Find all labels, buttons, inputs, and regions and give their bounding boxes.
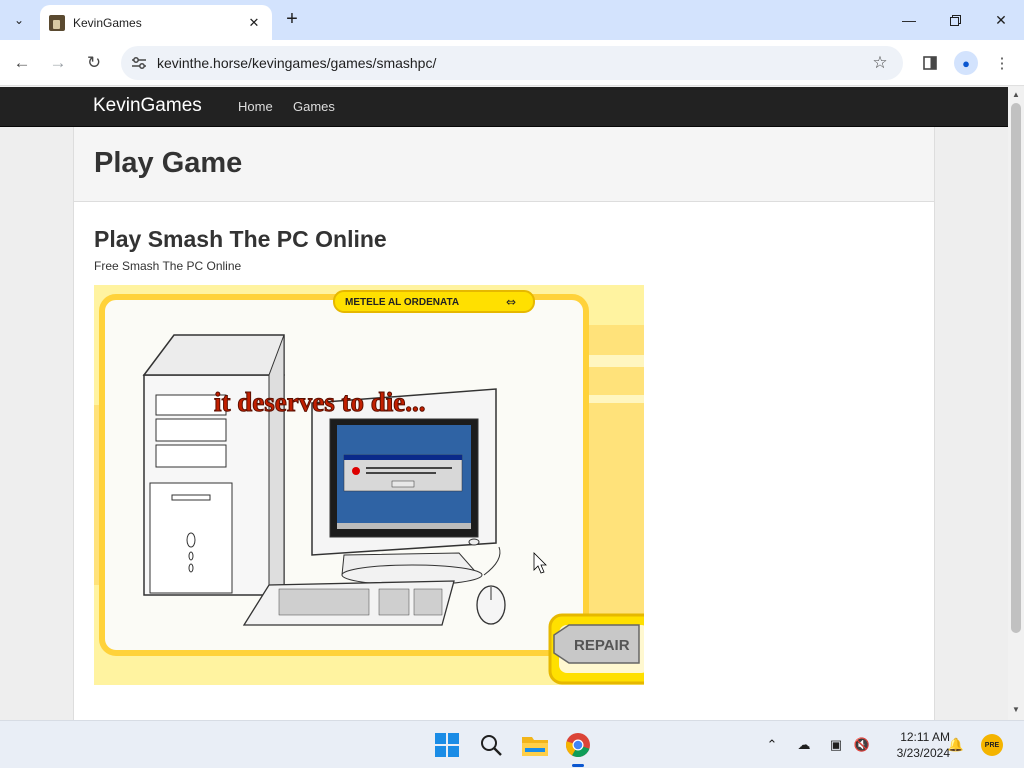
scroll-up-arrow-icon[interactable]: ▲ [1012, 90, 1020, 99]
display-tray-button[interactable]: ▣ [826, 735, 846, 755]
browser-tab-strip: ⌄ KevinGames ✕ + — ✕ [0, 0, 1024, 40]
display-icon: ▣ [829, 737, 843, 752]
side-panel-icon [923, 56, 937, 70]
game-canvas[interactable]: METELE AL ORDENATA ⇔ it deserves to die.… [94, 285, 644, 685]
minimize-button[interactable]: — [897, 8, 921, 32]
url-text[interactable]: kevinthe.horse/kevingames/games/smashpc/ [157, 55, 436, 71]
close-icon: ✕ [248, 14, 260, 30]
bookmark-button[interactable]: ☆ [869, 52, 891, 74]
close-tab-button[interactable]: ✕ [244, 13, 264, 33]
back-button[interactable]: ← [10, 51, 34, 75]
restore-icon [949, 14, 961, 26]
windows-taskbar: ⌃ ☁ ▣ 🔇 12:11 AM 3/23/2024 🔔 PRE [0, 720, 1024, 768]
clock-date: 3/23/2024 [896, 746, 950, 760]
nav-link-home[interactable]: Home [238, 99, 273, 114]
volume-tray-button[interactable]: 🔇 [852, 735, 872, 755]
scroll-down-arrow-icon[interactable]: ▼ [1012, 705, 1020, 714]
browser-menu-button[interactable]: ⋮ [990, 51, 1014, 75]
page-header: Play Game [74, 127, 934, 202]
windows-start-icon [435, 733, 459, 757]
browser-tab-active[interactable]: KevinGames ✕ [40, 5, 272, 40]
restore-button[interactable] [943, 8, 967, 32]
svg-text:⇔: ⇔ [506, 295, 516, 309]
chrome-icon [566, 733, 590, 757]
file-explorer-button[interactable] [519, 729, 551, 761]
site-navbar: KevinGames Home Games [0, 87, 1008, 127]
show-hidden-icons-button[interactable]: ⌃ [762, 735, 782, 755]
clock-time: 12:11 AM [900, 730, 950, 744]
side-panel-button[interactable] [918, 51, 942, 75]
chevron-up-icon: ⌃ [766, 737, 778, 752]
new-tab-button[interactable]: + [281, 9, 303, 31]
onedrive-offline-icon: ☁ [797, 737, 811, 752]
svg-text:REPAIR: REPAIR [574, 637, 630, 654]
pc-keyboard [242, 580, 455, 626]
chrome-taskbar-button[interactable] [562, 729, 594, 767]
close-icon: ✕ [995, 11, 1007, 28]
browser-toolbar: ← → ↻ kevinthe.horse/kevingames/games/sm… [0, 40, 1024, 86]
page-title: Play Game [94, 147, 243, 179]
minimize-icon: — [902, 12, 916, 28]
weather-widget-button[interactable]: PRE [981, 734, 1003, 756]
kebab-menu-icon: ⋮ [994, 55, 1010, 72]
star-icon: ☆ [872, 53, 888, 72]
repair-button[interactable]: REPAIR [548, 613, 644, 685]
forward-button[interactable]: → [46, 51, 70, 75]
site-info-button[interactable] [129, 53, 149, 73]
page-viewport: KevinGames Home Games Play Game Play Sma… [0, 87, 1008, 720]
arrow-right-icon: → [49, 53, 67, 72]
person-icon: ● [962, 55, 970, 71]
profile-button[interactable]: ● [954, 51, 978, 75]
svg-text:METELE AL ORDENATA: METELE AL ORDENATA [345, 297, 459, 308]
arrow-left-icon: ← [13, 53, 31, 72]
close-window-button[interactable]: ✕ [989, 8, 1013, 32]
page-scrollbar[interactable]: ▲ ▼ [1008, 87, 1024, 720]
plus-icon: + [286, 8, 298, 30]
nav-link-games[interactable]: Games [293, 99, 335, 114]
content-container: Play Game Play Smash The PC Online Free … [73, 127, 935, 720]
tab-title: KevinGames [73, 15, 142, 30]
address-bar[interactable]: kevinthe.horse/kevingames/games/smashpc/… [121, 46, 903, 80]
reload-icon: ↻ [86, 53, 102, 72]
tune-icon [132, 57, 146, 69]
start-button[interactable] [431, 729, 463, 761]
search-icon [481, 735, 502, 756]
game-scene: METELE AL ORDENATA ⇔ it deserves to die.… [94, 285, 644, 685]
tab-search-button[interactable]: ⌄ [7, 8, 31, 32]
volume-muted-icon: 🔇 [853, 737, 871, 752]
notifications-button[interactable]: 🔔 [946, 735, 966, 755]
game-overlay-text: it deserves to die... [214, 387, 425, 417]
reload-button[interactable]: ↻ [82, 51, 106, 75]
site-favicon-icon [49, 14, 65, 31]
chevron-down-icon: ⌄ [13, 13, 25, 27]
file-explorer-icon [522, 737, 548, 756]
game-banner: METELE AL ORDENATA ⇔ [333, 290, 535, 313]
game-title: Play Smash The PC Online [94, 226, 387, 252]
weather-pre-icon: PRE [984, 741, 1000, 749]
taskbar-clock[interactable]: 12:11 AM 3/23/2024 [878, 729, 950, 761]
onedrive-tray-button[interactable]: ☁ [794, 735, 814, 755]
active-app-indicator [572, 764, 584, 767]
taskbar-search-button[interactable] [475, 729, 507, 761]
pc-tower [142, 334, 285, 604]
notification-bell-icon: 🔔 [947, 737, 965, 752]
scrollbar-thumb[interactable] [1011, 103, 1021, 633]
game-subtitle: Free Smash The PC Online [94, 259, 242, 273]
site-brand-link[interactable]: KevinGames [93, 95, 202, 117]
